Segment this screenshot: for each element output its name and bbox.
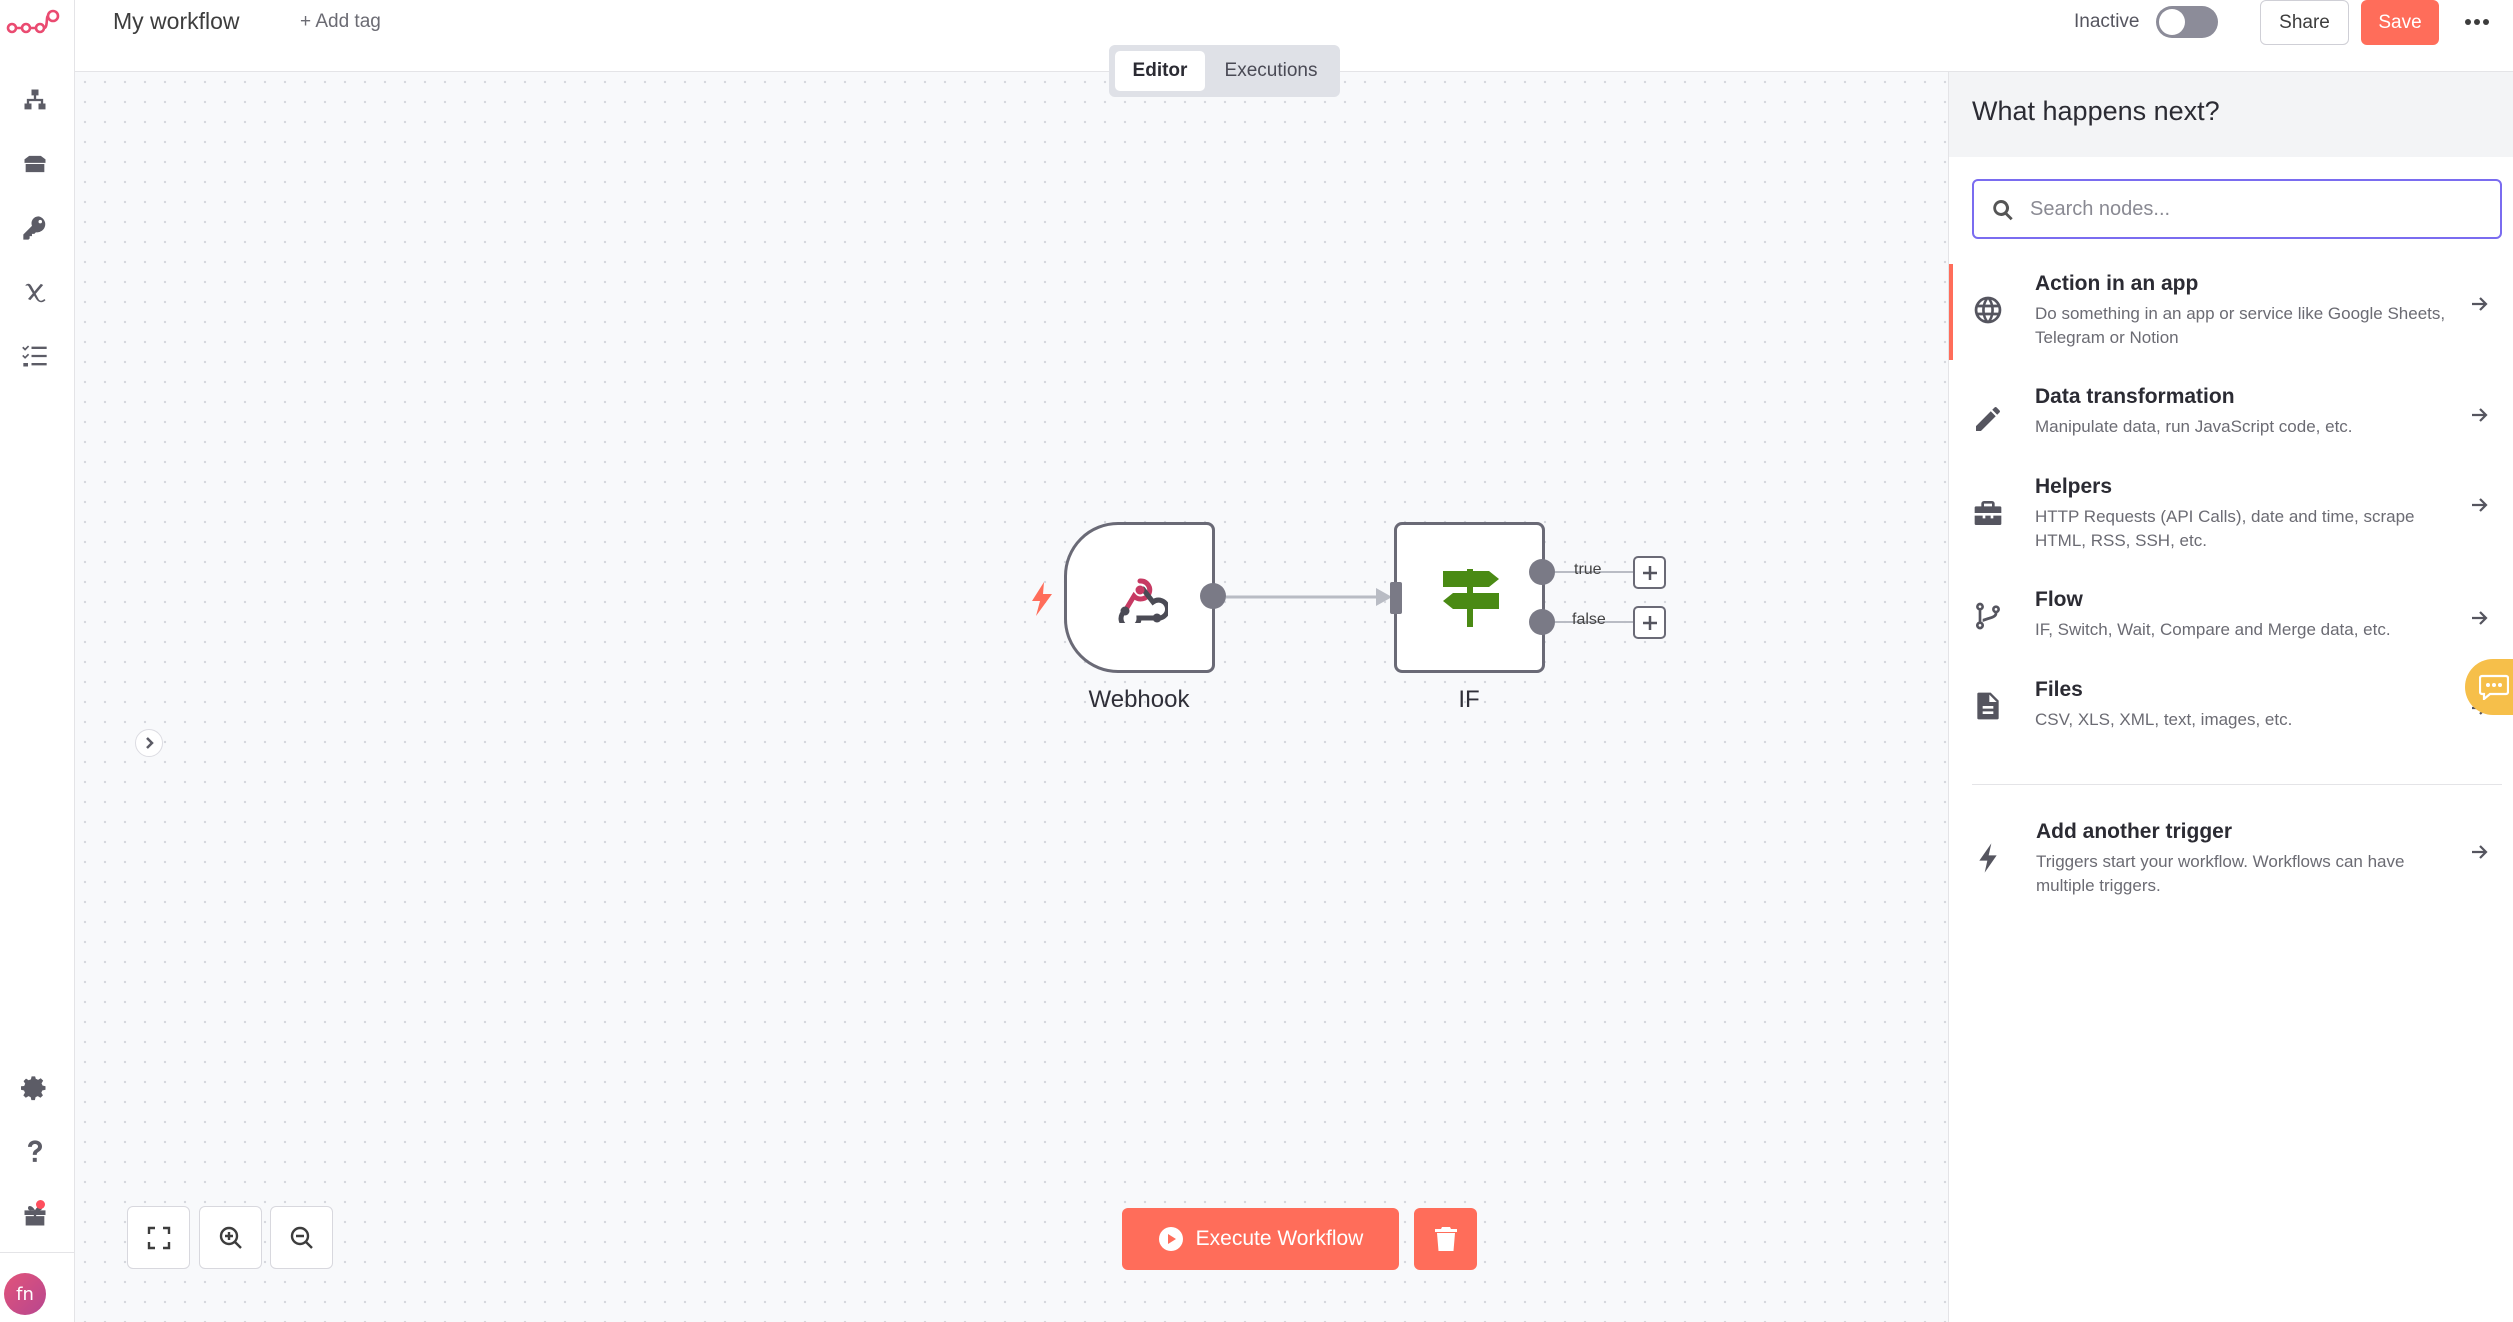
node-label: Webhook	[1088, 686, 1190, 713]
false-output-handle[interactable]	[1529, 609, 1555, 635]
branch-icon	[1972, 600, 2008, 636]
node-if[interactable]	[1394, 522, 1545, 673]
signpost-icon	[1443, 569, 1499, 627]
fit-view-button[interactable]	[127, 1206, 190, 1269]
category-title: Helpers	[2035, 475, 2113, 498]
gift-icon[interactable]	[10, 1190, 60, 1240]
category-data-transformation[interactable]: Data transformation Manipulate data, run…	[1949, 377, 2513, 457]
category-description: IF, Switch, Wait, Compare and Merge data…	[2035, 620, 2391, 639]
zoom-in-button[interactable]	[199, 1206, 262, 1269]
active-state-label: Inactive	[2074, 11, 2140, 32]
node-label: IF	[1458, 686, 1480, 713]
panel-title: What happens next?	[1972, 96, 2220, 126]
true-output-handle[interactable]	[1529, 559, 1555, 585]
plus-icon	[1642, 615, 1657, 630]
toolbox-icon	[1972, 497, 2008, 533]
n8n-logo-icon[interactable]	[4, 4, 62, 44]
search-input[interactable]	[2030, 191, 2480, 227]
play-circle-icon	[1158, 1227, 1183, 1251]
add-node-false-button[interactable]	[1633, 606, 1666, 639]
zoom-in-icon	[219, 1226, 242, 1249]
delete-button[interactable]	[1414, 1208, 1477, 1270]
settings-icon[interactable]	[10, 1063, 60, 1113]
user-avatar[interactable]: fn	[4, 1273, 46, 1315]
execute-workflow-label: Execute Workflow	[1195, 1227, 1364, 1250]
category-flow[interactable]: Flow IF, Switch, Wait, Compare and Merge…	[1949, 580, 2513, 660]
input-handle[interactable]	[1390, 582, 1402, 614]
output-handle[interactable]	[1200, 583, 1226, 609]
pencil-icon	[1972, 403, 2008, 439]
trigger-bolt-icon	[1032, 582, 1052, 616]
active-toggle[interactable]	[2156, 6, 2218, 38]
credentials-icon[interactable]	[10, 203, 60, 253]
search-box[interactable]	[1972, 179, 2502, 239]
category-title: Action in an app	[2035, 272, 2199, 295]
toggle-knob	[2159, 9, 2185, 35]
bolt-icon	[1974, 842, 2010, 878]
category-description: Manipulate data, run JavaScript code, et…	[2035, 417, 2353, 436]
app-root: fn My workflow + Add tag Inactive Share …	[0, 0, 2513, 1322]
file-icon	[1972, 690, 2008, 726]
true-branch-label: true	[1574, 561, 1602, 578]
add-another-trigger[interactable]: Add another trigger Triggers start your …	[1949, 812, 2513, 908]
tab-editor[interactable]: Editor	[1115, 51, 1205, 91]
add-node-true-button[interactable]	[1633, 556, 1666, 589]
templates-icon[interactable]	[10, 139, 60, 189]
search-icon	[1993, 200, 2013, 221]
false-branch-label: false	[1572, 611, 1606, 628]
notification-dot	[36, 1200, 45, 1209]
workflows-icon[interactable]	[10, 75, 60, 125]
expand-sidebar-icon[interactable]	[135, 729, 163, 757]
sidebar-divider	[0, 1252, 75, 1253]
arrow-right-icon	[2469, 842, 2491, 864]
plus-icon	[1642, 565, 1657, 580]
globe-icon	[1972, 294, 2008, 330]
more-options-icon[interactable]	[2457, 6, 2497, 38]
category-description: HTTP Requests (API Calls), date and time…	[2035, 507, 2415, 550]
executions-icon[interactable]	[10, 331, 60, 381]
help-icon[interactable]	[10, 1127, 60, 1177]
arrow-right-icon	[2469, 608, 2491, 630]
node-creator-panel: What happens next? Action in an app Do s…	[1948, 72, 2513, 1322]
workflow-canvas[interactable]	[75, 72, 1948, 1322]
category-action-in-app[interactable]: Action in an app Do something in an app …	[1949, 264, 2513, 360]
panel-header: What happens next?	[1949, 72, 2513, 157]
category-description: CSV, XLS, XML, text, images, etc.	[2035, 710, 2293, 729]
workflow-name[interactable]: My workflow	[113, 8, 240, 35]
arrow-right-icon	[2469, 294, 2491, 316]
share-button[interactable]: Share	[2260, 0, 2349, 45]
category-files[interactable]: Files CSV, XLS, XML, text, images, etc.	[1949, 670, 2513, 750]
trigger-description: Triggers start your workflow. Workflows …	[2036, 852, 2405, 895]
panel-divider	[1972, 784, 2502, 785]
zoom-out-button[interactable]	[270, 1206, 333, 1269]
category-title: Files	[2035, 678, 2083, 701]
execute-workflow-button[interactable]: Execute Workflow	[1122, 1208, 1399, 1270]
node-webhook[interactable]	[1064, 522, 1215, 673]
category-description: Do something in an app or service like G…	[2035, 304, 2446, 347]
main-sidebar: fn	[0, 0, 75, 1322]
chat-widget-button[interactable]	[2465, 659, 2513, 715]
zoom-out-icon	[290, 1226, 313, 1249]
view-tabs: Editor Executions	[1109, 45, 1340, 97]
fit-view-icon	[147, 1226, 170, 1249]
chat-icon	[2479, 674, 2509, 700]
arrow-right-icon	[2469, 405, 2491, 427]
category-title: Flow	[2035, 588, 2083, 611]
category-title: Data transformation	[2035, 385, 2235, 408]
variables-icon[interactable]	[10, 267, 60, 317]
tab-executions[interactable]: Executions	[1209, 51, 1333, 91]
add-tag-button[interactable]: + Add tag	[300, 11, 381, 33]
arrow-right-icon	[2469, 495, 2491, 517]
trigger-title: Add another trigger	[2036, 820, 2233, 843]
trash-icon	[1434, 1227, 1457, 1251]
category-helpers[interactable]: Helpers HTTP Requests (API Calls), date …	[1949, 467, 2513, 563]
webhook-icon	[1118, 578, 1168, 623]
save-button[interactable]: Save	[2361, 0, 2439, 45]
